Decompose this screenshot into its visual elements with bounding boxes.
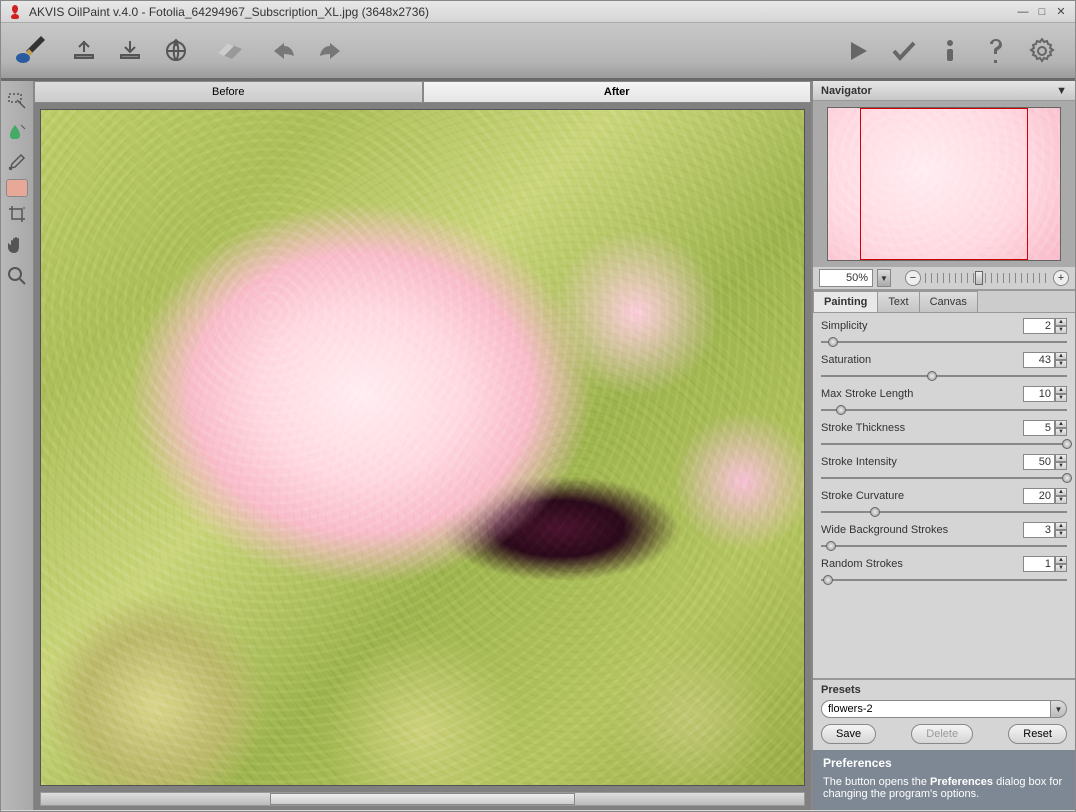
param-slider[interactable]: [821, 369, 1067, 383]
param-value[interactable]: 1: [1023, 556, 1055, 572]
apply-button[interactable]: [883, 30, 925, 72]
run-button[interactable]: [837, 30, 879, 72]
hint-body: The button opens the Preferences dialog …: [823, 776, 1065, 800]
param-value[interactable]: 20: [1023, 488, 1055, 504]
right-panel: Navigator ▼ 50% ▼ − + Painting Text Canv…: [811, 81, 1075, 810]
param-random-strokes: Random Strokes1▲▼: [821, 555, 1067, 587]
close-button[interactable]: ✕: [1053, 5, 1069, 19]
param-stroke-intensity: Stroke Intensity50▲▼: [821, 453, 1067, 485]
param-slider[interactable]: [821, 505, 1067, 519]
param-value[interactable]: 10: [1023, 386, 1055, 402]
settings-tabs: Painting Text Canvas: [813, 291, 1075, 313]
param-stroke-curvature: Stroke Curvature20▲▼: [821, 487, 1067, 519]
param-wide-background-strokes: Wide Background Strokes3▲▼: [821, 521, 1067, 553]
param-label: Stroke Intensity: [821, 456, 1023, 468]
hint-title: Preferences: [823, 756, 1065, 770]
param-slider[interactable]: [821, 437, 1067, 451]
collapse-icon: ▼: [1056, 85, 1067, 97]
app-logo-icon: [7, 4, 23, 20]
param-spinner[interactable]: ▲▼: [1055, 488, 1067, 504]
param-value[interactable]: 5: [1023, 420, 1055, 436]
zoom-value[interactable]: 50%: [819, 269, 873, 287]
hint-panel: Preferences The button opens the Prefere…: [813, 750, 1075, 810]
zoom-controls: 50% ▼ − +: [813, 267, 1075, 291]
param-spinner[interactable]: ▲▼: [1055, 352, 1067, 368]
zoom-tool[interactable]: [3, 262, 31, 290]
main-toolbar: [1, 23, 1075, 81]
color-swatch[interactable]: [6, 179, 28, 197]
image-canvas[interactable]: [40, 109, 805, 786]
param-label: Simplicity: [821, 320, 1023, 332]
param-spinner[interactable]: ▲▼: [1055, 522, 1067, 538]
zoom-slider[interactable]: [925, 271, 1049, 285]
horizontal-scrollbar[interactable]: [40, 792, 805, 806]
param-label: Stroke Thickness: [821, 422, 1023, 434]
param-label: Max Stroke Length: [821, 388, 1023, 400]
brush-logo-icon: [9, 30, 51, 72]
undo-button[interactable]: [263, 30, 305, 72]
eraser-button[interactable]: [209, 30, 251, 72]
canvas-area: Before After: [34, 81, 811, 810]
tab-canvas[interactable]: Canvas: [919, 291, 978, 312]
param-stroke-thickness: Stroke Thickness5▲▼: [821, 419, 1067, 451]
zoom-out-button[interactable]: −: [905, 270, 921, 286]
info-button[interactable]: [929, 30, 971, 72]
param-value[interactable]: 43: [1023, 352, 1055, 368]
param-label: Stroke Curvature: [821, 490, 1023, 502]
parameters-panel: Simplicity2▲▼Saturation43▲▼Max Stroke Le…: [813, 313, 1075, 678]
quick-preview-tool[interactable]: [3, 86, 31, 114]
navigator-header[interactable]: Navigator ▼: [813, 81, 1075, 101]
param-label: Wide Background Strokes: [821, 524, 1023, 536]
preferences-button[interactable]: [1021, 30, 1063, 72]
param-value[interactable]: 3: [1023, 522, 1055, 538]
param-saturation: Saturation43▲▼: [821, 351, 1067, 383]
tab-painting[interactable]: Painting: [813, 291, 878, 312]
presets-label: Presets: [821, 682, 1067, 698]
export-button[interactable]: [155, 30, 197, 72]
tab-before[interactable]: Before: [34, 81, 423, 103]
crop-tool[interactable]: [3, 200, 31, 228]
param-label: Saturation: [821, 354, 1023, 366]
param-slider[interactable]: [821, 573, 1067, 587]
title-bar: AKVIS OilPaint v.4.0 - Fotolia_64294967_…: [1, 1, 1075, 23]
navigator-selection[interactable]: [860, 108, 1027, 260]
left-toolbar: [1, 81, 34, 810]
preset-reset-button[interactable]: Reset: [1008, 724, 1067, 744]
param-simplicity: Simplicity2▲▼: [821, 317, 1067, 349]
param-value[interactable]: 2: [1023, 318, 1055, 334]
preset-select[interactable]: [821, 700, 1051, 718]
param-spinner[interactable]: ▲▼: [1055, 420, 1067, 436]
redo-button[interactable]: [309, 30, 351, 72]
tab-text[interactable]: Text: [877, 291, 919, 312]
param-max-stroke-length: Max Stroke Length10▲▼: [821, 385, 1067, 417]
tab-after[interactable]: After: [423, 81, 812, 103]
param-spinner[interactable]: ▲▼: [1055, 454, 1067, 470]
maximize-button[interactable]: □: [1034, 5, 1050, 19]
open-button[interactable]: [63, 30, 105, 72]
smudge-tool[interactable]: [3, 117, 31, 145]
save-button[interactable]: [109, 30, 151, 72]
param-slider[interactable]: [821, 539, 1067, 553]
navigator-thumbnail[interactable]: [813, 101, 1075, 267]
param-spinner[interactable]: ▲▼: [1055, 386, 1067, 402]
presets-panel: Presets ▼ Save Delete Reset: [813, 678, 1075, 750]
preset-delete-button[interactable]: Delete: [911, 724, 973, 744]
history-brush-tool[interactable]: [3, 148, 31, 176]
param-spinner[interactable]: ▲▼: [1055, 556, 1067, 572]
view-tabs: Before After: [34, 81, 811, 103]
preset-save-button[interactable]: Save: [821, 724, 876, 744]
preset-dropdown-icon[interactable]: ▼: [1051, 700, 1067, 718]
window-title: AKVIS OilPaint v.4.0 - Fotolia_64294967_…: [29, 5, 429, 19]
zoom-dropdown[interactable]: ▼: [877, 269, 891, 287]
help-button[interactable]: [975, 30, 1017, 72]
param-slider[interactable]: [821, 471, 1067, 485]
param-spinner[interactable]: ▲▼: [1055, 318, 1067, 334]
minimize-button[interactable]: —: [1015, 5, 1031, 19]
param-label: Random Strokes: [821, 558, 1023, 570]
param-slider[interactable]: [821, 403, 1067, 417]
hand-tool[interactable]: [3, 231, 31, 259]
param-slider[interactable]: [821, 335, 1067, 349]
param-value[interactable]: 50: [1023, 454, 1055, 470]
zoom-in-button[interactable]: +: [1053, 270, 1069, 286]
